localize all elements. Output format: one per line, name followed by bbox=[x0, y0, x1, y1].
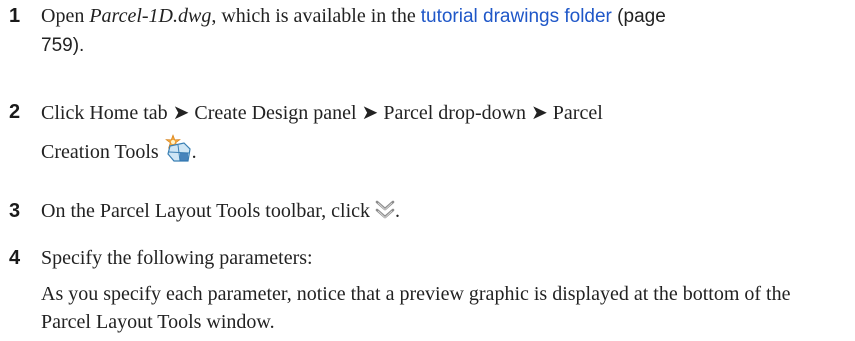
page-number: 759 bbox=[41, 35, 73, 56]
expand-toolbar-chevron-icon bbox=[375, 199, 395, 229]
parcel-creation-tools-icon bbox=[164, 134, 192, 171]
step-line-2: Creation Tools . bbox=[41, 134, 841, 171]
step-end-punct: . bbox=[191, 141, 197, 163]
file-name: Parcel-1D.dwg bbox=[89, 5, 212, 27]
step-number: 4 bbox=[9, 247, 21, 269]
tutorial-page: 1 Open Parcel-1D.dwg, which is available… bbox=[0, 0, 855, 341]
creation-tools-label: Creation Tools bbox=[41, 141, 159, 163]
step-line-1: Click Home tab ➤ Create Design panel ➤ P… bbox=[41, 102, 603, 124]
step-text-open: Open bbox=[41, 5, 90, 27]
step-end-punct: . bbox=[395, 200, 401, 222]
step-text: Specify the following parameters: bbox=[41, 247, 313, 269]
step-text: Open Parcel-1D.dwg, which is available i… bbox=[41, 2, 841, 60]
step-number: 3 bbox=[9, 200, 21, 222]
page-ref-close: ). bbox=[72, 35, 85, 56]
step-number: 1 bbox=[9, 5, 21, 27]
step-note: As you specify each parameter, notice th… bbox=[41, 283, 791, 333]
step-text: On the Parcel Layout Tools toolbar, clic… bbox=[41, 197, 841, 229]
step-text: On the Parcel Layout Tools toolbar, clic… bbox=[41, 200, 371, 222]
step-text-mid: , which is available in the bbox=[211, 5, 421, 27]
page-ref-open: (page bbox=[611, 6, 666, 27]
step-text: Click Home tab ➤ Create Design panel ➤ P… bbox=[41, 98, 841, 171]
step-number: 2 bbox=[9, 101, 21, 123]
step-text: Specify the following parameters: As you… bbox=[41, 244, 841, 336]
tutorial-drawings-folder-link[interactable]: tutorial drawings folder bbox=[421, 6, 612, 27]
